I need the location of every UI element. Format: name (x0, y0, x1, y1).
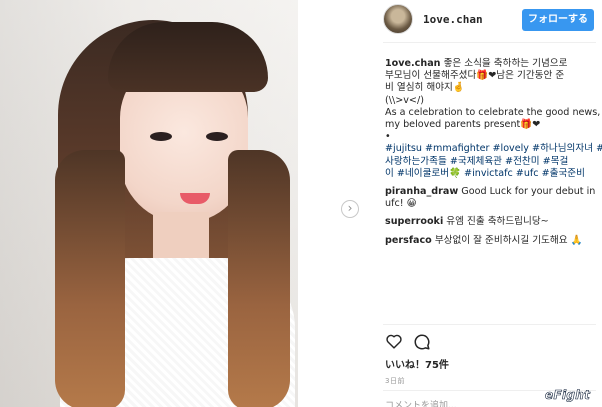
avatar[interactable] (383, 4, 413, 34)
comment-text: Good Luck for your debut in (461, 186, 596, 198)
follow-button[interactable]: フォローする (522, 9, 594, 31)
comment-username[interactable]: superrooki (385, 216, 443, 227)
comment-bubble-icon[interactable] (413, 333, 431, 351)
comment-username[interactable]: piranha_draw (385, 186, 458, 197)
chevron-right-icon[interactable]: › (341, 200, 359, 218)
post-username[interactable]: 1ove.chan (423, 13, 483, 26)
actions-divider (383, 324, 596, 325)
photo-hair-left (55, 150, 125, 407)
like-count[interactable]: いいね！75件 (385, 356, 449, 371)
header-divider (383, 42, 596, 43)
caption-text: 비 열심히 해야지🤞 (385, 82, 465, 94)
comment-item: persfaco 부상없이 잘 준비하시길 기도해요 🙏 (385, 235, 597, 247)
caption-line: 1ove.chan 좋은 소식을 축하하는 기념으로 (385, 58, 597, 70)
action-bar (385, 331, 445, 353)
hashtag-line[interactable]: 이 #네이쿨로버🍀 #invictafc #ufc #출국준비 (385, 168, 597, 180)
heart-icon[interactable] (385, 333, 403, 349)
comment-item: superrooki 유엠 진출 축하드립니당~ (385, 216, 597, 228)
caption-text: 좋은 소식을 축하하는 기념으로 (443, 58, 568, 69)
caption-text: my beloved parents present🎁❤ (385, 119, 541, 131)
efight-watermark: eFight (545, 388, 591, 403)
caption-text: 부모님이 선물해주셨다🎁❤남은 기간동안 준 (385, 70, 565, 82)
caption-text: • (385, 131, 391, 143)
hashtag-line[interactable]: 사랑하는가족들 #국제체육관 #전찬미 #목걸 (385, 156, 597, 168)
caption-username[interactable]: 1ove.chan (385, 58, 441, 69)
post-header: 1ove.chan フォローする (383, 4, 602, 38)
post-timestamp: 3日前 (385, 377, 405, 385)
photo-bangs (108, 22, 268, 92)
caption: 1ove.chan 좋은 소식을 축하하는 기념으로 부모님이 선물해주셨다🎁❤… (385, 58, 602, 180)
hashtag-line[interactable]: #jujitsu #mmafighter #lovely #하나님의자녀 # (385, 143, 602, 155)
photo-eye-left (150, 132, 172, 141)
add-comment-input[interactable]: コメントを追加... (385, 398, 457, 407)
post-photo[interactable] (0, 0, 298, 407)
comment-text: ufc! 😀 (385, 198, 417, 210)
comment-item: piranha_draw Good Luck for your debut in… (385, 186, 597, 210)
comment-list: 1ove.chan 좋은 소식을 축하하는 기념으로 부모님이 선물해주셨다🎁❤… (385, 58, 602, 253)
caption-text: As a celebration to celebrate the good n… (385, 106, 601, 118)
photo-eye-right (206, 132, 228, 141)
comment-text: 부상없이 잘 준비하시길 기도해요 🙏 (434, 234, 583, 246)
photo-hair-right (228, 150, 290, 407)
comment-username[interactable]: persfaco (385, 235, 432, 246)
caption-text: (\\>v</) (385, 94, 424, 106)
comment-text: 유엠 진출 축하드립니당~ (446, 216, 549, 228)
watermark-word: Fight (553, 388, 591, 403)
